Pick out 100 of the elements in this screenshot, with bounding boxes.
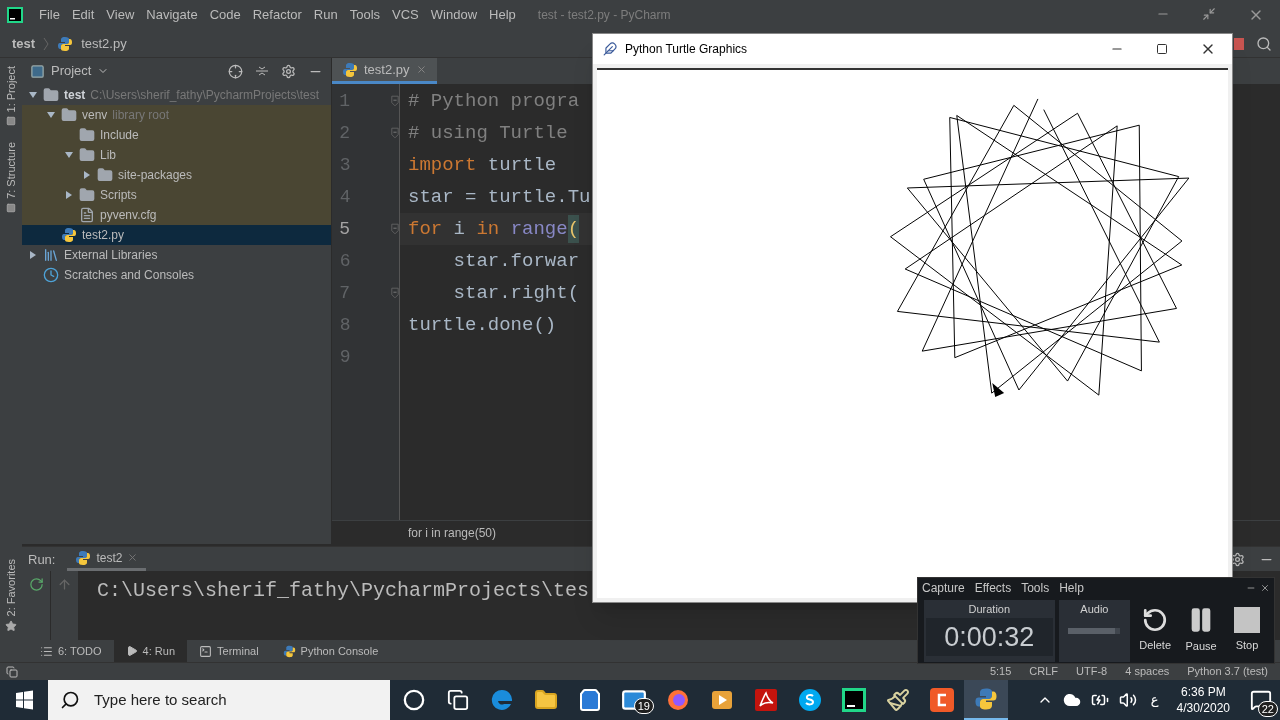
tool-window-tab[interactable]: 6: TODO xyxy=(28,640,114,662)
search-icon[interactable] xyxy=(1256,35,1272,52)
tree-item[interactable]: test2.py xyxy=(22,225,331,245)
run-tab[interactable]: test2 xyxy=(67,547,147,572)
menu-item[interactable]: File xyxy=(33,5,66,25)
breadcrumb-item[interactable]: test xyxy=(12,33,36,54)
maximize-icon[interactable] xyxy=(1156,43,1168,55)
status-item[interactable]: UTF-8 xyxy=(1076,663,1108,680)
breadcrumb-item[interactable]: test2.py xyxy=(81,33,127,54)
taskbar-app[interactable] xyxy=(964,680,1008,720)
file-icon xyxy=(79,207,95,223)
menu-item[interactable]: Tools xyxy=(343,5,387,25)
search-field[interactable]: Type here to search xyxy=(48,680,390,720)
menu-item[interactable]: Tools xyxy=(1021,579,1050,597)
recorder-button[interactable]: Pause xyxy=(1180,606,1223,655)
tool-window-tab[interactable]: Python Console xyxy=(270,640,391,662)
code-breadcrumb[interactable]: for i in range(50) xyxy=(408,523,497,542)
tree-item[interactable]: Lib xyxy=(22,145,331,165)
tool-window-tab[interactable]: Terminal xyxy=(187,640,271,662)
tree-item-label: Scratches and Consoles xyxy=(64,267,195,284)
status-item[interactable]: 5:15 xyxy=(989,663,1012,680)
status-item[interactable]: CRLF xyxy=(1029,663,1059,680)
tree-item[interactable]: venv library root xyxy=(22,105,331,125)
side-tab[interactable]: 7: Structure xyxy=(0,134,22,222)
menu-item[interactable]: Code xyxy=(203,5,247,25)
delete-icon xyxy=(1142,607,1169,634)
code-line: star.right( xyxy=(452,280,581,306)
collapsed-arrow-icon[interactable] xyxy=(28,250,38,260)
language-indicator[interactable]: ع xyxy=(1146,690,1163,710)
pdf-reader-icon xyxy=(754,688,778,712)
tree-item-hint: library root xyxy=(112,107,170,124)
editor-tab[interactable]: test2.py xyxy=(332,58,437,84)
tree-item[interactable]: pyvenv.cfg xyxy=(22,205,331,225)
folder-icon xyxy=(534,688,558,712)
collapsed-arrow-icon[interactable] xyxy=(64,190,74,200)
tree-item[interactable]: Scratches and Consoles xyxy=(22,265,331,285)
run-icon xyxy=(125,645,138,657)
turtle-arrow-icon xyxy=(992,383,1005,397)
close-icon[interactable] xyxy=(1260,583,1270,593)
recorder-app-icon xyxy=(929,687,955,713)
volume-icon[interactable] xyxy=(1118,691,1137,709)
folder-icon xyxy=(79,127,95,143)
collapse-icon[interactable] xyxy=(255,64,269,78)
tree-item[interactable]: Scripts xyxy=(22,185,331,205)
menu-item[interactable]: Edit xyxy=(65,5,101,25)
menu-item[interactable]: Navigate xyxy=(140,5,204,25)
recorder-button[interactable]: Stop xyxy=(1226,607,1268,654)
count-badge: 22 xyxy=(1257,701,1278,717)
tree-item[interactable]: site-packages xyxy=(22,165,331,185)
menu-item[interactable]: Window xyxy=(424,5,484,25)
tree-item[interactable]: External Libraries xyxy=(22,245,331,265)
menu-item[interactable]: Run xyxy=(307,5,344,25)
taskbar-app[interactable]: 19 xyxy=(612,680,656,720)
status-item[interactable]: 4 spaces xyxy=(1125,663,1170,680)
duration-time: 0:00:32 xyxy=(925,617,1053,656)
tree-item[interactable]: test C:\Users\sherif_fathy\PycharmProjects\test xyxy=(22,85,331,105)
fold-marker-icon[interactable] xyxy=(391,222,399,236)
tree-item-label: External Libraries xyxy=(64,247,158,264)
python-file-icon xyxy=(57,35,74,52)
terminal-icon xyxy=(199,644,213,658)
status-item[interactable]: Python 3.7 (test) xyxy=(1187,663,1268,680)
layout-icon[interactable] xyxy=(6,665,18,678)
tree-item-label: test2.py xyxy=(82,227,125,244)
menu-item[interactable]: Refactor xyxy=(246,5,308,25)
code-line: import turtle xyxy=(407,152,558,178)
rerun-icon[interactable] xyxy=(28,577,44,593)
expanded-arrow-icon[interactable] xyxy=(64,150,74,160)
side-tab[interactable]: 1: Project xyxy=(0,58,22,135)
locate-icon[interactable] xyxy=(228,63,243,79)
expanded-arrow-icon[interactable] xyxy=(46,110,56,120)
stop-icon[interactable] xyxy=(1234,37,1244,50)
tool-window-tab[interactable]: 4: Run xyxy=(113,640,188,662)
ide-app-icon xyxy=(842,688,866,712)
menu-item[interactable]: VCS xyxy=(386,5,425,25)
fold-marker-icon[interactable] xyxy=(391,286,399,300)
python-file-icon xyxy=(75,549,92,566)
tree-item[interactable]: Include xyxy=(22,125,331,145)
fold-marker-icon[interactable] xyxy=(391,126,399,140)
menu-item[interactable]: Help xyxy=(483,5,522,25)
list-icon xyxy=(40,644,53,658)
tool-window-icon xyxy=(6,203,16,214)
code-line: star = turtle.Tu xyxy=(407,184,592,210)
skype-icon xyxy=(798,688,822,712)
panel-title[interactable]: Project xyxy=(51,61,92,81)
side-tab[interactable]: 2: Favorites xyxy=(0,550,22,640)
menu-item[interactable]: Effects xyxy=(974,579,1012,597)
menu-item[interactable]: Help xyxy=(1059,579,1084,597)
cloud-icon[interactable] xyxy=(1062,691,1081,709)
menu-item[interactable]: View xyxy=(100,5,141,25)
settings-icon[interactable] xyxy=(1230,551,1245,567)
recorder-button[interactable]: Delete xyxy=(1134,607,1177,654)
python-file-icon xyxy=(61,227,77,243)
expanded-arrow-icon[interactable] xyxy=(28,90,38,100)
stop-icon xyxy=(1234,607,1260,634)
settings-icon[interactable] xyxy=(281,63,296,79)
collapsed-arrow-icon[interactable] xyxy=(82,170,92,180)
folder-icon xyxy=(61,107,77,123)
clock[interactable]: 6:36 PM 4/30/2020 xyxy=(1172,684,1234,716)
fold-marker-icon[interactable] xyxy=(391,94,399,108)
menu-item[interactable]: Capture xyxy=(922,579,965,597)
